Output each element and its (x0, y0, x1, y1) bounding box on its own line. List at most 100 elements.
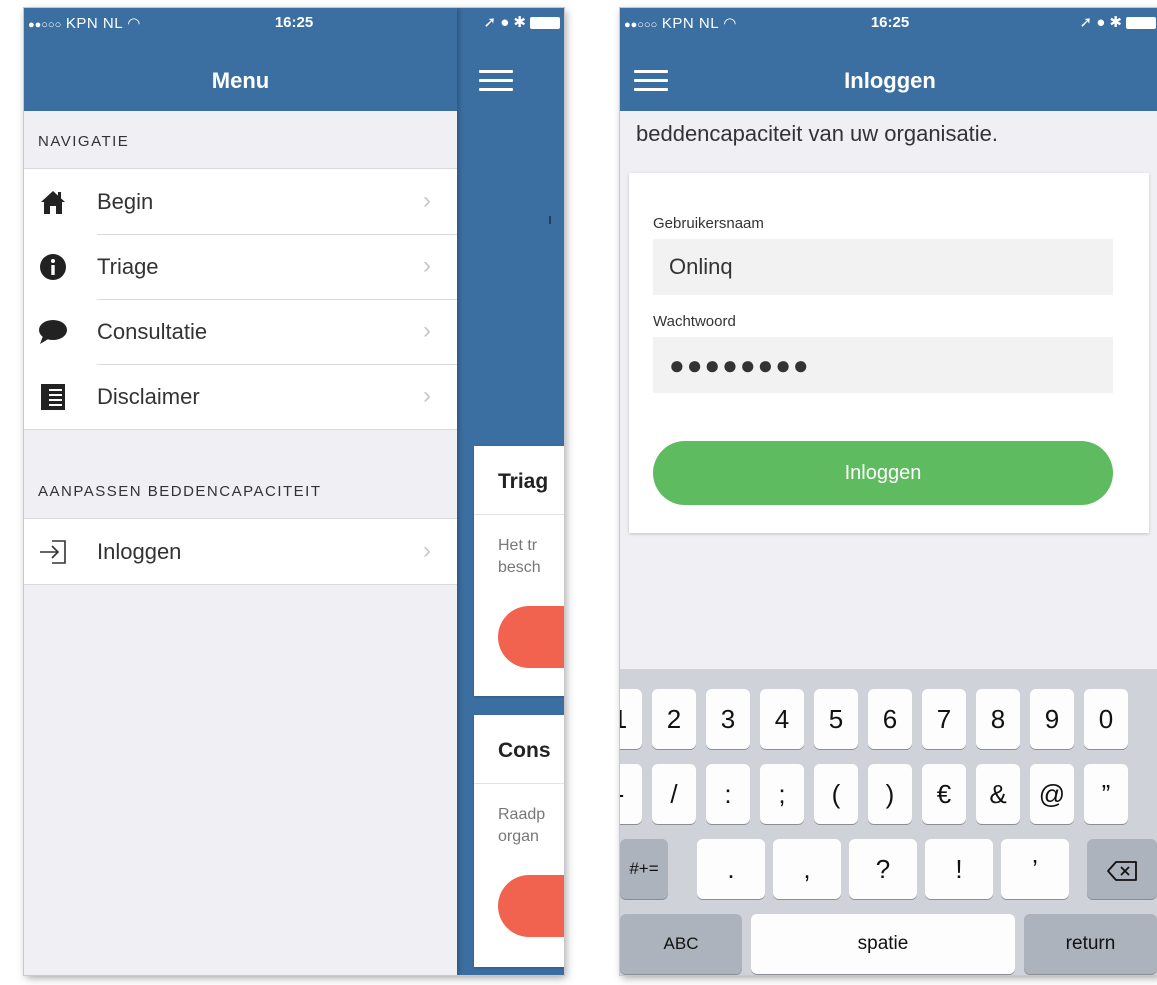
key[interactable]: : (706, 764, 750, 824)
menu-item-consultatie[interactable]: Consultatie › (24, 299, 457, 364)
menu-item-disclaimer[interactable]: Disclaimer › (24, 364, 457, 429)
key[interactable]: ; (760, 764, 804, 824)
key[interactable]: 1 (620, 689, 642, 749)
side-menu: Menu NAVIGATIE Begin › Triage › Consulta… (24, 8, 457, 975)
card-action-button[interactable] (498, 875, 564, 937)
punctuation-keys: .,?!’ (620, 839, 1157, 899)
battery-icon (1126, 17, 1156, 30)
key[interactable]: € (922, 764, 966, 824)
keyboard-row-punctuation: #+= .,?!’ (620, 839, 1157, 899)
card-text-line: Het tr (498, 537, 538, 554)
location-icon: ➚ (483, 14, 497, 31)
card-title: Cons (474, 715, 564, 784)
home-icon (41, 191, 65, 214)
battery-icon (530, 17, 560, 30)
numeric-keyboard: 1234567890 -/:;()€&@” #+= .,?!’ ABC spat… (620, 669, 1157, 975)
bluetooth-icon: ✱ (1109, 14, 1122, 31)
keyboard-row-bottom: ABC spatie return (620, 914, 1157, 974)
card-text-line: Raadp (498, 806, 546, 823)
info-icon (40, 254, 66, 280)
menu-title: Menu (211, 68, 270, 93)
location-icon: ➚ (1079, 14, 1093, 31)
chat-bubble-icon (39, 320, 67, 344)
menu-item-label: Inloggen (97, 539, 182, 564)
menu-item-label: Triage (97, 254, 159, 279)
key[interactable]: ’ (1001, 839, 1069, 899)
menu-item-begin[interactable]: Begin › (24, 169, 457, 234)
intro-text: beddencapaciteit van uw organisatie. (636, 121, 999, 146)
navigation-list: Begin › Triage › Consultatie › Disclaime… (24, 168, 457, 430)
alarm-icon: ● (1096, 14, 1106, 31)
card-action-button[interactable] (498, 606, 564, 668)
backspace-key[interactable] (1087, 839, 1157, 899)
key[interactable]: & (976, 764, 1020, 824)
key[interactable]: / (652, 764, 696, 824)
login-button[interactable]: Inloggen (653, 441, 1113, 505)
space-key[interactable]: spatie (751, 914, 1015, 974)
menu-item-label: Consultatie (97, 319, 208, 344)
key[interactable]: 7 (922, 689, 966, 749)
key[interactable]: ! (925, 839, 993, 899)
document-icon (41, 384, 65, 410)
menu-item-inloggen[interactable]: Inloggen › (24, 519, 457, 584)
key[interactable]: @ (1030, 764, 1074, 824)
key[interactable]: , (773, 839, 841, 899)
key[interactable]: ” (1084, 764, 1128, 824)
status-bar: ●●○○○ KPN NL ◠ 16:25 ➚ ● ✱ (620, 8, 1157, 40)
card-text: Het tr besch (474, 515, 564, 579)
key[interactable]: - (620, 764, 642, 824)
login-screen: Inloggen beddencapaciteit van uw organis… (620, 8, 1157, 975)
key[interactable]: 9 (1030, 689, 1074, 749)
keyboard-row-numbers: 1234567890 (620, 689, 1157, 749)
key[interactable]: ( (814, 764, 858, 824)
backspace-icon (1107, 861, 1137, 882)
key[interactable]: ) (868, 764, 912, 824)
chevron-right-icon: › (423, 382, 431, 409)
chevron-right-icon: › (423, 252, 431, 279)
keyboard-row-symbols: -/:;()€&@” (620, 764, 1157, 824)
key[interactable]: 0 (1084, 689, 1128, 749)
divider (549, 216, 551, 224)
key[interactable]: 5 (814, 689, 858, 749)
alarm-icon: ● (500, 14, 510, 31)
status-icons: ➚ ● ✱ (483, 13, 560, 31)
status-bar: ●●○○○ KPN NL ◠ 16:25 ➚ ● ✱ (24, 8, 564, 40)
page-title: Inloggen (844, 68, 936, 93)
key[interactable]: . (697, 839, 765, 899)
abc-key[interactable]: ABC (620, 914, 742, 974)
consultatie-card: Cons Raadp organ (474, 715, 564, 967)
triage-card: Triag Het tr besch (474, 446, 564, 696)
card-title: Triag (474, 446, 564, 515)
login-icon (40, 540, 66, 564)
password-field[interactable]: ●●●●●●●● (653, 337, 1113, 393)
key[interactable]: ? (849, 839, 917, 899)
key[interactable]: 4 (760, 689, 804, 749)
key[interactable]: 8 (976, 689, 1020, 749)
key[interactable]: 2 (652, 689, 696, 749)
hamburger-icon[interactable] (479, 70, 513, 97)
username-label: Gebruikersnaam (653, 215, 764, 232)
chevron-right-icon: › (423, 187, 431, 214)
section-label-beddencapaciteit: AANPASSEN BEDDENCAPACITEIT (38, 483, 322, 500)
menu-screen: Triag Het tr besch Cons Raadp organ Menu… (24, 8, 564, 975)
menu-item-triage[interactable]: Triage › (24, 234, 457, 299)
menu-item-label: Begin (97, 189, 154, 214)
capacity-list: Inloggen › (24, 518, 457, 585)
return-key[interactable]: return (1024, 914, 1157, 974)
username-field[interactable]: Onlinq (653, 239, 1113, 295)
main-content-behind-menu: Triag Het tr besch Cons Raadp organ (457, 8, 564, 975)
status-time: 16:25 (870, 14, 910, 31)
status-icons: ➚ ● ✱ (1079, 13, 1156, 31)
password-label: Wachtwoord (653, 313, 736, 330)
key[interactable]: 6 (868, 689, 912, 749)
menu-item-label: Disclaimer (97, 384, 200, 409)
card-text: Raadp organ (474, 784, 564, 848)
card-text-line: besch (498, 559, 541, 576)
chevron-right-icon: › (423, 317, 431, 344)
card-text-line: organ (498, 828, 539, 845)
section-label-navigatie: NAVIGATIE (38, 133, 130, 150)
bluetooth-icon: ✱ (513, 14, 526, 31)
key[interactable]: 3 (706, 689, 750, 749)
login-form: Gebruikersnaam Onlinq Wachtwoord ●●●●●●●… (629, 173, 1149, 533)
chevron-right-icon: › (423, 537, 431, 564)
